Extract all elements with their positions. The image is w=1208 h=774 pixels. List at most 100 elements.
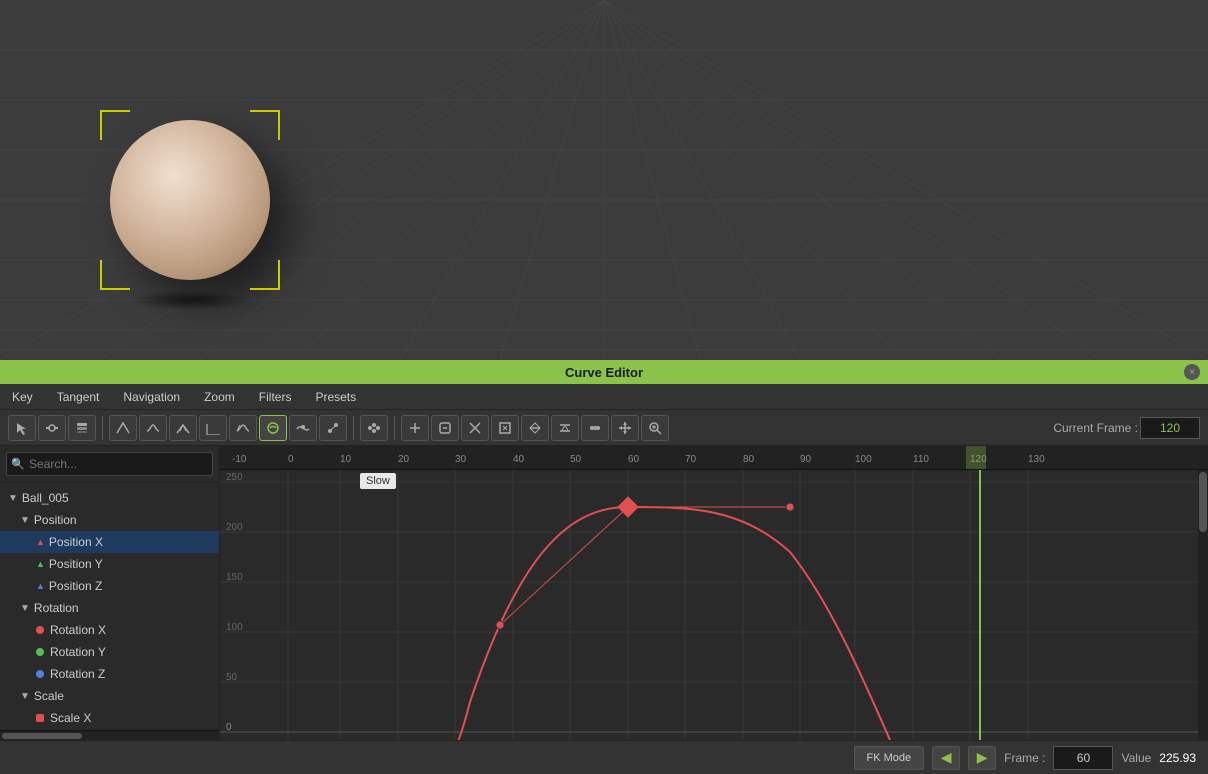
tree-item-scale-x[interactable]: Scale X: [0, 707, 219, 729]
menu-presets[interactable]: Presets: [311, 388, 360, 406]
search-wrapper: 🔍: [6, 452, 213, 476]
toolbar-key-mode[interactable]: [431, 415, 459, 441]
toolbar-breakdown[interactable]: [581, 415, 609, 441]
tree-list: ▼ Ball_005 ▼ Position ▲ Position X ▲ Pos…: [0, 483, 219, 730]
triangle-icon-pos-x: ▲: [36, 537, 45, 547]
viewport: [0, 0, 1208, 360]
v-scrollbar[interactable]: [1198, 470, 1208, 740]
svg-text:0: 0: [288, 454, 294, 465]
value-display: 225.93: [1159, 751, 1196, 765]
tree-label-position-y: Position Y: [49, 557, 103, 571]
selection-corner-tl: [100, 110, 130, 140]
tree-item-rotation-x[interactable]: Rotation X: [0, 619, 219, 641]
toolbar-select-btn[interactable]: [8, 415, 36, 441]
menu-filters[interactable]: Filters: [255, 388, 296, 406]
sphere-shadow: [130, 290, 250, 310]
toolbar-tangent-free[interactable]: [109, 415, 137, 441]
frame-input[interactable]: [1053, 746, 1113, 770]
tree-item-position-z[interactable]: ▲ Position Z: [0, 575, 219, 597]
tree-label-position-z: Position Z: [49, 579, 102, 593]
toolbar-tangent-linear[interactable]: [169, 415, 197, 441]
toolbar-normalize[interactable]: [551, 415, 579, 441]
tree-item-position-x[interactable]: ▲ Position X: [0, 531, 219, 553]
toolbar-tangent-step[interactable]: [199, 415, 227, 441]
fk-mode-button[interactable]: FK Mode: [854, 746, 925, 770]
expand-arrow-rotation: ▼: [20, 603, 30, 614]
svg-text:60: 60: [628, 454, 640, 465]
svg-text:0: 0: [226, 722, 232, 733]
svg-text:20: 20: [398, 454, 410, 465]
expand-arrow-position: ▼: [20, 515, 30, 526]
dot-rotation-x: [36, 626, 44, 634]
menu-key[interactable]: Key: [8, 388, 37, 406]
separator-2: [353, 416, 354, 440]
toolbar-pan[interactable]: [611, 415, 639, 441]
tree-label-ball: Ball_005: [22, 491, 69, 505]
v-scrollbar-thumb[interactable]: [1199, 472, 1207, 532]
curve-panel[interactable]: -10 0 10 20 30 40 50 60 70 80 90 100 110…: [220, 446, 1208, 740]
search-icon: 🔍: [11, 458, 25, 471]
tree-item-ball[interactable]: ▼ Ball_005: [0, 487, 219, 509]
svg-text:70: 70: [685, 454, 697, 465]
svg-text:50: 50: [570, 454, 582, 465]
toolbar-dots-btn[interactable]: [360, 415, 388, 441]
dot-rotation-y: [36, 648, 44, 656]
tree-item-scale[interactable]: ▼ Scale: [0, 685, 219, 707]
toolbar-add-key[interactable]: [401, 415, 429, 441]
tree-item-rotation-z[interactable]: Rotation Z: [0, 663, 219, 685]
tree-item-position-y[interactable]: ▲ Position Y: [0, 553, 219, 575]
curve-canvas[interactable]: 250 200 150 100 50 0: [220, 470, 1208, 740]
sphere-object[interactable]: [110, 120, 270, 280]
left-panel: 🔍 ▼ Ball_005 ▼ Position ▲ Positi: [0, 446, 220, 740]
svg-text:100: 100: [855, 454, 872, 465]
toolbar-layer-btn[interactable]: [68, 415, 96, 441]
toolbar-tangent-plateau[interactable]: [229, 415, 257, 441]
curve-editor-titlebar: Curve Editor ×: [0, 360, 1208, 384]
svg-text:100: 100: [226, 622, 243, 633]
frame-label: Frame :: [1004, 751, 1045, 765]
tree-label-rotation-z: Rotation Z: [50, 667, 105, 681]
toolbar-tangent-7[interactable]: [319, 415, 347, 441]
menu-bar: Key Tangent Navigation Zoom Filters Pres…: [0, 384, 1208, 410]
tree-item-position[interactable]: ▼ Position: [0, 509, 219, 531]
selection-corner-bl: [100, 260, 130, 290]
dot-rotation-z: [36, 670, 44, 678]
tree-label-position: Position: [34, 513, 77, 527]
toolbar-tangent-active[interactable]: [259, 415, 287, 441]
key-prev-button[interactable]: ◀: [932, 746, 960, 770]
menu-zoom[interactable]: Zoom: [200, 388, 239, 406]
toolbar-tangent-smooth[interactable]: [139, 415, 167, 441]
search-input[interactable]: [6, 452, 213, 476]
close-button[interactable]: ×: [1184, 364, 1200, 380]
triangle-icon-pos-y: ▲: [36, 559, 45, 569]
ruler-svg: -10 0 10 20 30 40 50 60 70 80 90 100 110…: [220, 446, 1208, 470]
svg-text:90: 90: [800, 454, 812, 465]
svg-text:80: 80: [743, 454, 755, 465]
menu-navigation[interactable]: Navigation: [119, 388, 184, 406]
toolbar-tangent-6[interactable]: [289, 415, 317, 441]
selection-corner-tr: [250, 110, 280, 140]
search-bar: 🔍: [0, 446, 219, 483]
dot-scale-x: [36, 714, 44, 722]
triangle-icon-pos-z: ▲: [36, 581, 45, 591]
toolbar-snap[interactable]: [461, 415, 489, 441]
toolbar-pivot-btn[interactable]: [38, 415, 66, 441]
key-next-button[interactable]: ▶: [968, 746, 996, 770]
menu-tangent[interactable]: Tangent: [53, 388, 104, 406]
svg-text:110: 110: [913, 454, 929, 465]
current-frame-input[interactable]: [1140, 417, 1200, 439]
tree-item-rotation-y[interactable]: Rotation Y: [0, 641, 219, 663]
svg-text:130: 130: [1028, 454, 1045, 465]
sphere-mesh: [110, 120, 270, 280]
toolbar-zoom-tool[interactable]: [641, 415, 669, 441]
tree-label-scale: Scale: [34, 689, 64, 703]
selection-corner-br: [250, 260, 280, 290]
h-scrollbar-thumb[interactable]: [2, 733, 82, 739]
svg-text:50: 50: [226, 672, 238, 683]
h-scrollbar[interactable]: [0, 730, 219, 740]
tree-item-rotation[interactable]: ▼ Rotation: [0, 597, 219, 619]
toolbar-fit-all[interactable]: [491, 415, 519, 441]
toolbar-fit-selected[interactable]: [521, 415, 549, 441]
tree-label-position-x: Position X: [49, 535, 103, 549]
current-frame-label: Current Frame :: [1053, 421, 1138, 435]
